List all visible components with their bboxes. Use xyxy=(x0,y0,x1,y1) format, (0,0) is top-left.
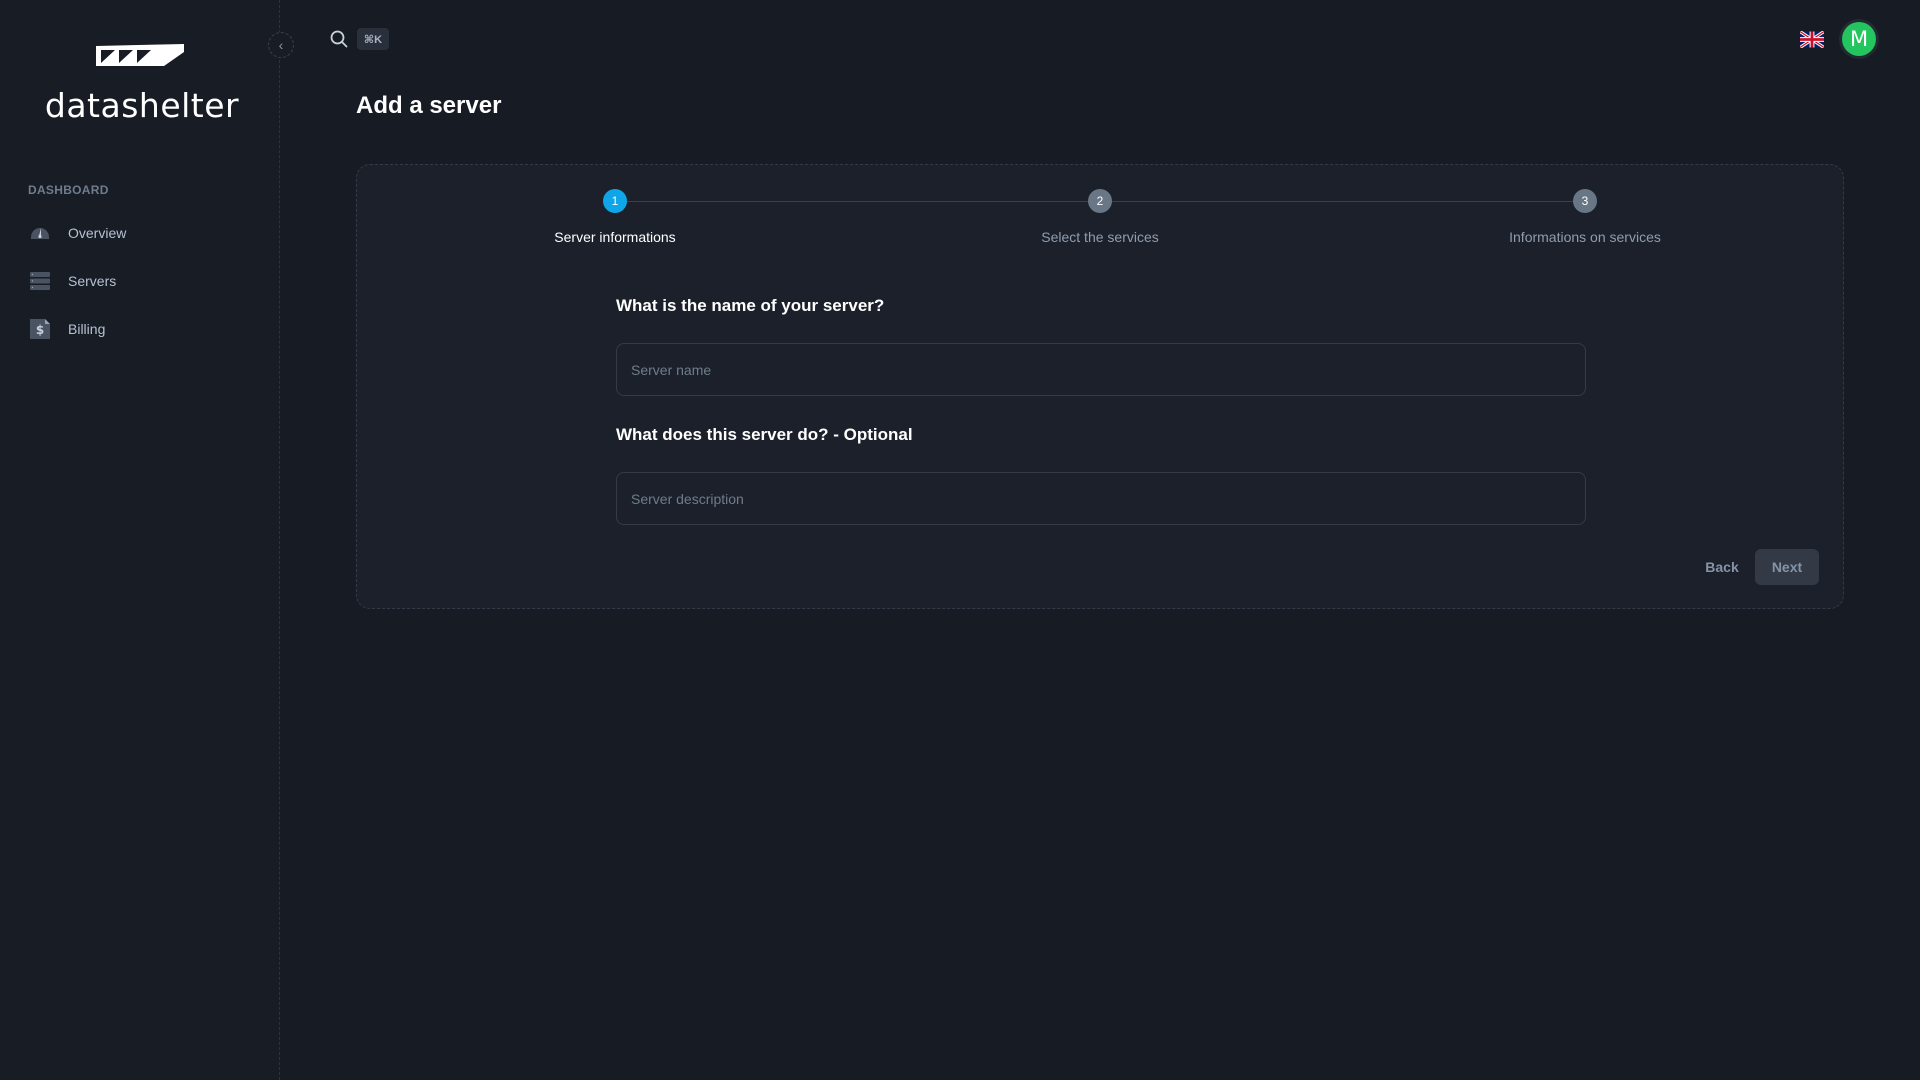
wizard-stepper: 1 Server informations 2 Select the servi… xyxy=(357,165,1843,265)
search-icon[interactable] xyxy=(330,30,348,48)
server-name-question: What is the name of your server? xyxy=(616,296,885,315)
wizard-step-1[interactable]: 1 Server informations xyxy=(465,189,765,245)
chevron-left-icon: ‹ xyxy=(278,37,284,53)
sidebar-item-label: Servers xyxy=(68,273,117,289)
server-stack-icon xyxy=(28,269,52,293)
step-label: Select the services xyxy=(1041,229,1159,245)
sidebar-item-servers[interactable]: Servers xyxy=(28,266,258,296)
sidebar-item-label: Overview xyxy=(68,225,127,241)
next-button[interactable]: Next xyxy=(1755,549,1819,585)
step-label: Server informations xyxy=(554,229,676,245)
user-avatar[interactable]: M xyxy=(1842,22,1876,56)
sidebar-collapse-button[interactable]: ‹ xyxy=(268,32,294,58)
gauge-icon xyxy=(28,221,52,245)
sidebar-item-billing[interactable]: $ Billing xyxy=(28,314,258,344)
add-server-wizard-card: 1 Server informations 2 Select the servi… xyxy=(356,164,1844,609)
back-button[interactable]: Back xyxy=(1692,549,1752,585)
server-name-input[interactable] xyxy=(616,343,1586,396)
sidebar-item-label: Billing xyxy=(68,321,106,337)
svg-text:$: $ xyxy=(36,323,44,337)
invoice-dollar-icon: $ xyxy=(28,317,52,341)
server-description-input[interactable] xyxy=(616,472,1586,525)
step-number: 3 xyxy=(1573,189,1597,213)
search-shortcut-badge[interactable]: ⌘K xyxy=(357,28,389,50)
server-description-question: What does this server do? - Optional xyxy=(616,425,913,444)
sidebar: datashelter DASHBOARD Overview Servers $… xyxy=(0,0,280,1080)
step-label: Informations on services xyxy=(1509,229,1661,245)
datashelter-logo-icon xyxy=(96,44,184,66)
brand-logo[interactable]: datashelter xyxy=(44,44,240,134)
page-title: Add a server xyxy=(356,92,502,119)
nav-section-dashboard: DASHBOARD xyxy=(28,183,109,197)
step-number: 1 xyxy=(603,189,627,213)
wizard-step-2[interactable]: 2 Select the services xyxy=(950,189,1250,245)
sidebar-item-overview[interactable]: Overview xyxy=(28,218,258,248)
step-number: 2 xyxy=(1088,189,1112,213)
wizard-step-3[interactable]: 3 Informations on services xyxy=(1435,189,1735,245)
brand-name: datashelter xyxy=(44,86,240,125)
uk-flag-icon[interactable] xyxy=(1800,31,1824,48)
